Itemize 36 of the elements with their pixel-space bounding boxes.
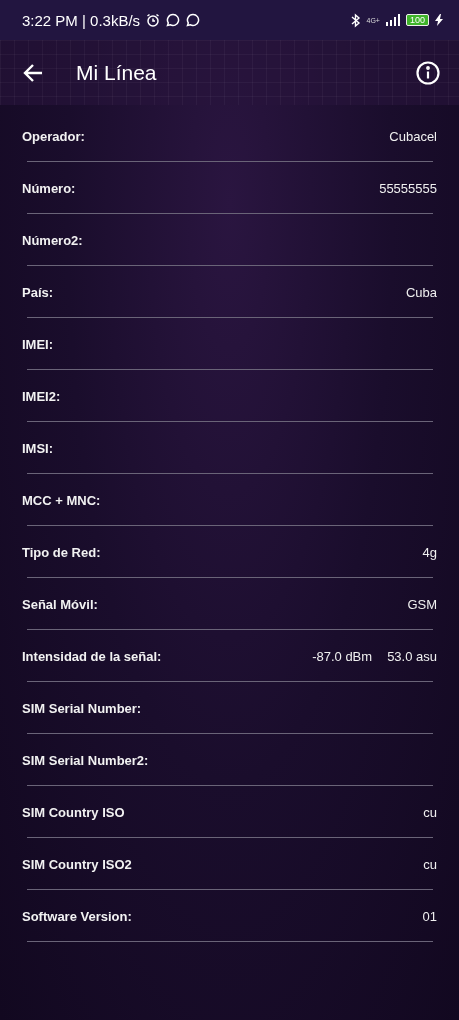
field-value: 55555555	[379, 180, 437, 196]
field-label: SIM Serial Number2:	[22, 752, 149, 768]
screen-title: Mi Línea	[76, 60, 158, 85]
back-button[interactable]	[22, 61, 44, 84]
bluetooth-icon	[350, 12, 361, 28]
field-value: -87.0 dBm	[312, 648, 373, 664]
status-time: 3:22 PM | 0.3kB/s	[22, 11, 141, 29]
field-label: IMEI:	[22, 336, 54, 352]
field-label: Operador:	[22, 128, 85, 144]
field-label: SIM Serial Number:	[22, 700, 142, 716]
field-value: cu	[423, 856, 437, 872]
alarm-clock-icon	[146, 13, 161, 27]
battery-level: 100	[405, 14, 429, 26]
field-label: Número:	[22, 180, 76, 196]
field-value: cu	[423, 804, 437, 820]
field-label: IMSI:	[22, 440, 54, 456]
field-value: 4g	[422, 544, 437, 560]
chat-bubble-icon	[186, 13, 201, 27]
field-value: Cubacel	[389, 128, 437, 144]
field-label: Software Version:	[22, 908, 132, 924]
field-label: Tipo de Red:	[22, 544, 101, 560]
field-value: GSM	[407, 596, 437, 612]
field-label: SIM Country ISO2	[22, 856, 132, 872]
field-value: 53.0 asu	[387, 648, 437, 664]
field-label: SIM Country ISO	[22, 804, 125, 820]
field-label: IMEI2:	[22, 388, 61, 404]
field-value: Cuba	[405, 284, 437, 300]
field-label: MCC + MNC:	[22, 492, 101, 508]
info-button[interactable]	[415, 59, 441, 86]
signal-icon	[385, 14, 400, 26]
field-label: Número2:	[22, 232, 83, 248]
field-label: País:	[22, 284, 54, 300]
field-label: Señal Móvil:	[22, 596, 98, 612]
field-value: 01	[422, 908, 437, 924]
chat-bubble-icon	[166, 13, 181, 27]
field-label: Intensidad de la señal:	[22, 648, 162, 664]
